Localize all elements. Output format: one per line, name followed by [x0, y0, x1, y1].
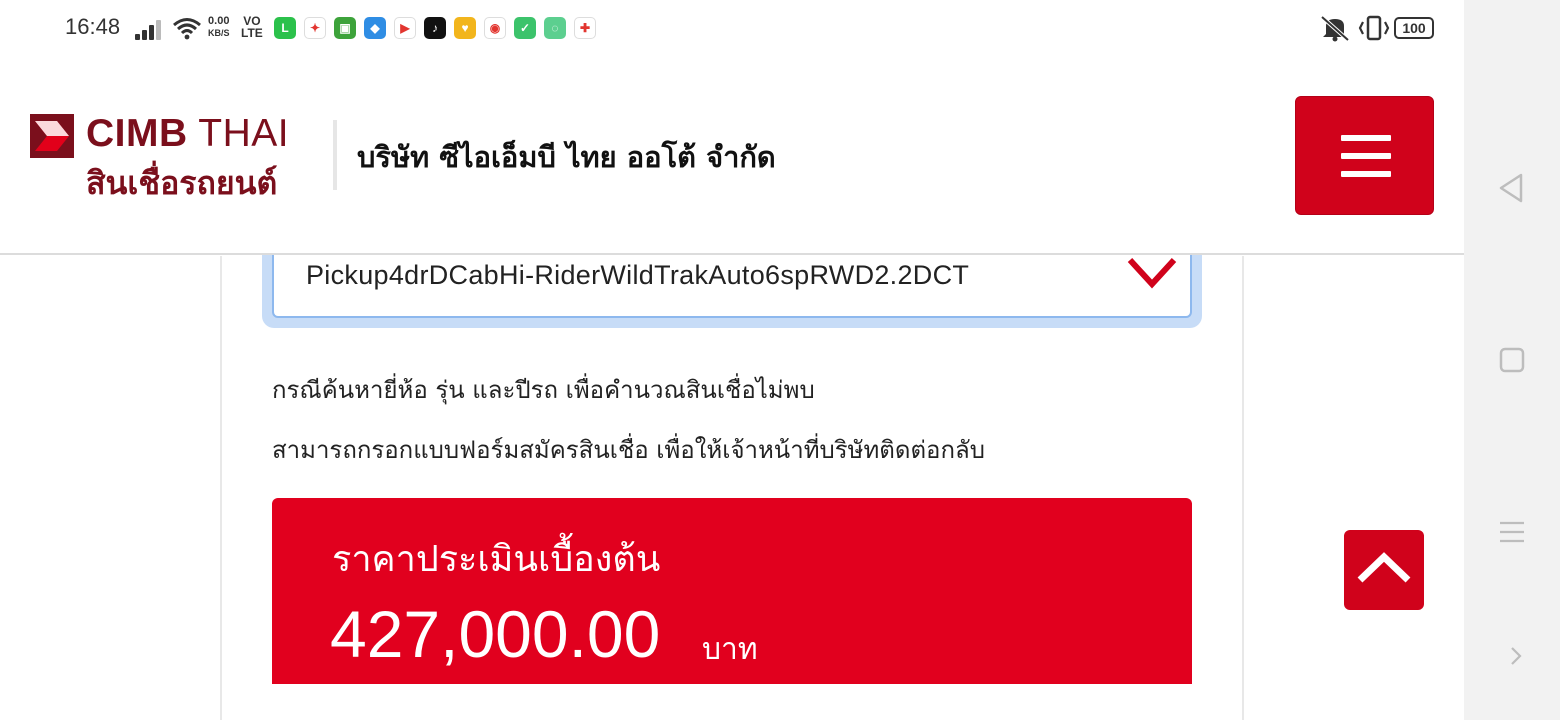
puzzle-app-icon: ✚: [574, 17, 596, 39]
chevron-down-icon[interactable]: [1126, 254, 1178, 290]
back-icon[interactable]: [1497, 172, 1527, 204]
signal-icon: [135, 20, 165, 40]
battery-icon: 100: [1394, 17, 1434, 39]
site-header: CIMB THAI สินเชื่อรถยนต์ บริษัท ซีไอเอ็ม…: [0, 56, 1464, 255]
heart-app-icon: ♥: [454, 17, 476, 39]
car-model-selected-value: Pickup4drDCabHi-RiderWildTrakAuto6spRWD2…: [306, 260, 970, 290]
battery-level: 100: [1402, 20, 1426, 36]
estimated-price-panel: ราคาประเมินเบื้องต้น 427,000.00 บาท: [272, 498, 1192, 684]
shield-app-icon: ✓: [514, 17, 536, 39]
browser-app-icon: ◆: [364, 17, 386, 39]
cimb-thai-logo[interactable]: CIMB THAI สินเชื่อรถยนต์: [30, 112, 300, 204]
scroll-to-top-button[interactable]: [1344, 530, 1424, 610]
notification-app-icons: L ✦ ▣ ◆ ▶ ♪ ♥ ◉ ✓ ◌ ✚: [274, 17, 596, 39]
apply-form-note: สามารถกรอกแบบฟอร์มสมัครสินเชื่อ เพื่อให้…: [272, 436, 985, 464]
estimated-price-label: ราคาประเมินเบื้องต้น: [332, 539, 661, 580]
chevron-up-icon: [1357, 552, 1411, 583]
not-found-note: กรณีค้นหายี่ห้อ รุ่น และปีรถ เพื่อคำนวณส…: [272, 376, 815, 404]
screen: 16:48 0.00 KB/S VO LTE L ✦ ▣ ◆ ▶ ♪ ♥ ◉ ✓ ◌ ✚: [0, 0, 1560, 720]
network-speed: 0.00 KB/S: [208, 15, 230, 39]
android-app-icon: ▣: [334, 17, 356, 39]
logo-brand: CIMB: [86, 112, 188, 155]
logo-wordmark: CIMB THAI: [86, 112, 289, 156]
header-divider: [333, 120, 337, 190]
menu-line: [1341, 135, 1391, 141]
wifi-icon: [173, 18, 201, 40]
vibrate-icon: [1358, 15, 1390, 41]
recents-icon[interactable]: [1499, 519, 1525, 545]
network-speed-value: 0.00: [208, 15, 230, 27]
chevron-right-icon[interactable]: [1508, 645, 1524, 667]
status-time: 16:48: [65, 14, 121, 39]
home-icon[interactable]: [1499, 347, 1525, 373]
navigation-bar: [1464, 0, 1560, 720]
chrome-app-icon: ◉: [484, 17, 506, 39]
chat-app-icon: ◌: [544, 17, 566, 39]
menu-line: [1341, 153, 1391, 159]
photos-app-icon: ✦: [304, 17, 326, 39]
estimated-price-value: 427,000.00: [330, 597, 661, 671]
logo-country: THAI: [198, 112, 290, 155]
company-name: บริษัท ซีไอเอ็มบี ไทย ออโต้ จำกัด: [357, 140, 776, 174]
volte-indicator: VO LTE: [241, 15, 263, 39]
line-app-icon: L: [274, 17, 296, 39]
estimated-price-unit: บาท: [702, 632, 758, 667]
tiktok-app-icon: ♪: [424, 17, 446, 39]
status-bar: 16:48 0.00 KB/S VO LTE L ✦ ▣ ◆ ▶ ♪ ♥ ◉ ✓ ◌ ✚: [0, 0, 1464, 56]
volte-bottom: LTE: [241, 26, 263, 40]
hamburger-menu-button[interactable]: [1295, 96, 1434, 215]
mute-vibrate-icon: [1320, 15, 1350, 42]
menu-line: [1341, 171, 1391, 177]
cimb-logo-mark-icon: [30, 114, 74, 158]
network-speed-unit: KB/S: [208, 28, 230, 38]
logo-subtitle: สินเชื่อรถยนต์: [86, 164, 278, 202]
youtube-app-icon: ▶: [394, 17, 416, 39]
